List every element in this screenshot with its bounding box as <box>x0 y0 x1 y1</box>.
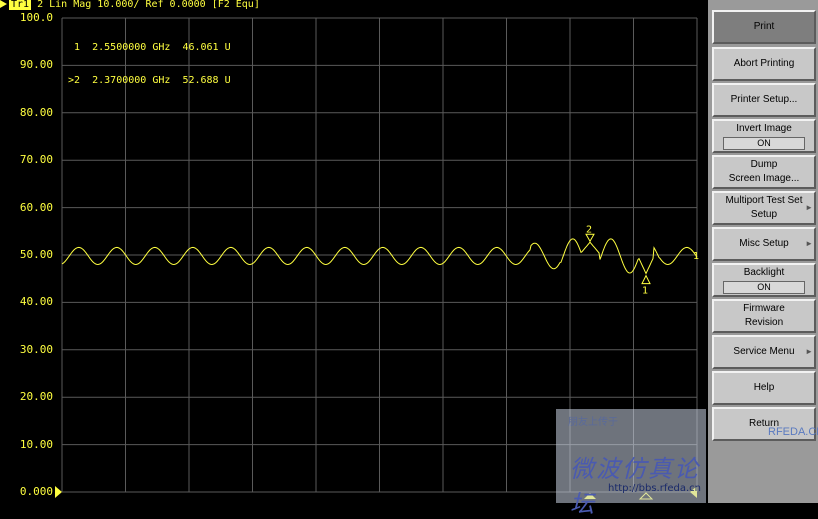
abort-printing-button[interactable]: Abort Printing <box>712 47 816 81</box>
watermark-caption: 朋友上传于 <box>568 417 618 428</box>
invert-image-button[interactable]: Invert Image ON <box>712 119 816 153</box>
multiport-test-set-button[interactable]: Multiport Test Set Setup ► <box>712 191 816 225</box>
y-tick-label: 20.00 <box>19 390 53 404</box>
header-arrow-icon <box>0 0 7 8</box>
trace-reference-label: 1 <box>693 251 699 262</box>
print-button[interactable]: Print <box>712 10 816 44</box>
dump-screen-image-button[interactable]: Dump Screen Image... <box>712 155 816 189</box>
marker-2-label: 2 <box>586 224 592 235</box>
backlight-state: ON <box>723 281 805 294</box>
watermark-url: http://bbs.rfeda.cn <box>608 483 701 494</box>
y-tick-label: 40.00 <box>19 295 53 309</box>
y-tick-label: 100.0 <box>19 11 53 24</box>
y-tick-label: 10.00 <box>19 437 53 451</box>
printer-setup-button[interactable]: Printer Setup... <box>712 83 816 117</box>
reference-level-arrow-icon <box>55 486 62 498</box>
submenu-arrow-icon: ► <box>805 347 813 356</box>
y-tick-label: 90.00 <box>19 58 53 72</box>
watermark-logo: RFEDA.CN <box>768 426 818 438</box>
submenu-arrow-icon: ► <box>805 203 813 212</box>
watermark: 朋友上传于 微波仿真论坛 http://bbs.rfeda.cn <box>556 409 706 518</box>
y-tick-label: 0.000 <box>19 485 53 498</box>
marker-1-triangle-icon <box>641 274 651 285</box>
marker-readout: 1 2.5500000 GHz 46.061 U >2 2.3700000 GH… <box>68 20 231 97</box>
service-menu-button[interactable]: Service Menu ► <box>712 335 816 369</box>
marker-1-label: 1 <box>642 286 648 297</box>
marker-2-readout: >2 2.3700000 GHz 52.688 U <box>68 75 231 86</box>
y-tick-label: 60.00 <box>19 200 53 214</box>
backlight-button[interactable]: Backlight ON <box>712 263 816 297</box>
misc-setup-button[interactable]: Misc Setup ► <box>712 227 816 261</box>
y-tick-label: 30.00 <box>19 342 53 356</box>
help-button[interactable]: Help <box>712 371 816 405</box>
submenu-arrow-icon: ► <box>805 239 813 248</box>
firmware-revision-button[interactable]: Firmware Revision <box>712 299 816 333</box>
y-tick-label: 80.00 <box>19 105 53 119</box>
marker-2-triangle-icon <box>585 233 595 243</box>
y-tick-label: 70.00 <box>19 153 53 167</box>
invert-image-state: ON <box>723 137 805 150</box>
y-tick-label: 50.00 <box>19 248 53 261</box>
marker-1-readout: 1 2.5500000 GHz 46.061 U <box>74 42 231 53</box>
